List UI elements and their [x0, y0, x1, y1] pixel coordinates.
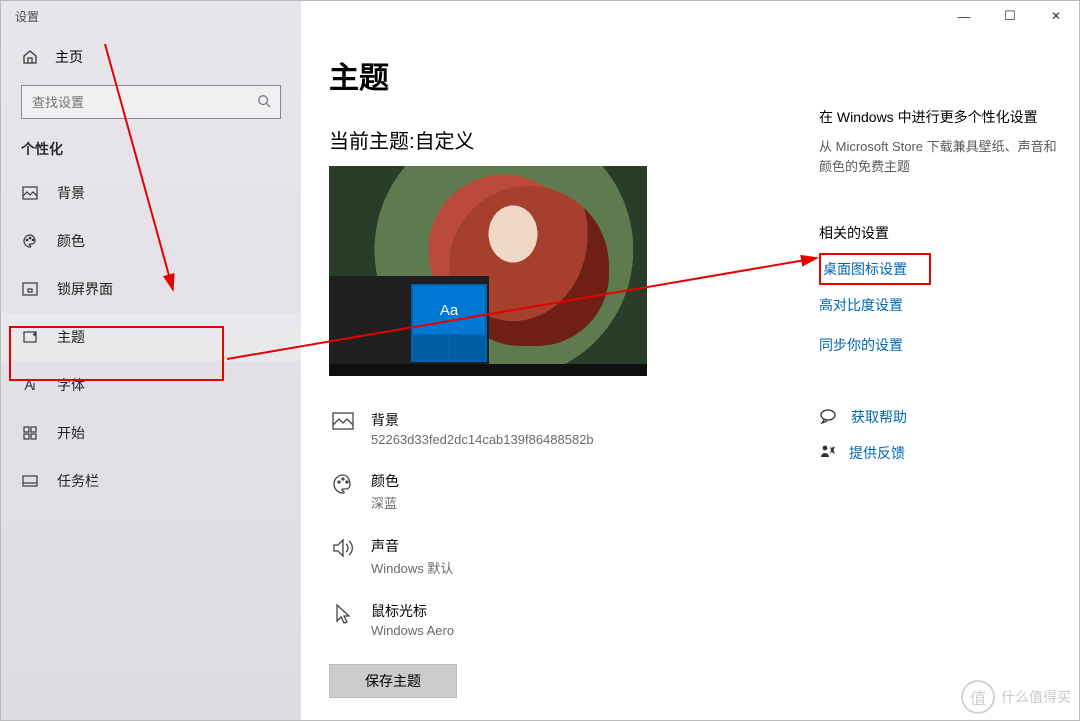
link-sync-settings[interactable]: 同步你的设置	[819, 325, 1069, 365]
palette-icon	[21, 232, 39, 250]
sidebar-item-start[interactable]: 开始	[1, 409, 301, 457]
save-theme-button[interactable]: 保存主题	[329, 664, 457, 698]
sidebar-item-label: 字体	[57, 375, 85, 395]
right-rail: 在 Windows 中进行更多个性化设置 从 Microsoft Store 下…	[819, 53, 1079, 720]
feedback-icon	[819, 444, 835, 463]
search-input[interactable]	[21, 85, 281, 119]
sidebar-item-colors[interactable]: 颜色	[1, 217, 301, 265]
maximize-button[interactable]: ☐	[987, 1, 1033, 31]
watermark-badge: 值	[961, 680, 995, 714]
sidebar-item-fonts[interactable]: 字体	[1, 361, 301, 409]
link-feedback[interactable]: 提供反馈	[819, 435, 1069, 471]
cursor-icon	[329, 601, 357, 625]
current-theme-heading: 当前主题:自定义	[329, 125, 819, 154]
home-icon	[21, 48, 39, 66]
sidebar-item-lockscreen[interactable]: 锁屏界面	[1, 265, 301, 313]
lockscreen-icon	[21, 280, 39, 298]
theme-icon	[21, 328, 39, 346]
theme-prop-color[interactable]: 颜色深蓝	[329, 465, 819, 530]
image-icon	[329, 410, 357, 430]
preview-accent-tile: Aa	[413, 286, 485, 334]
theme-prop-sound[interactable]: 声音Windows 默认	[329, 530, 819, 595]
palette-icon	[329, 471, 357, 495]
sidebar-item-background[interactable]: 背景	[1, 169, 301, 217]
theme-prop-cursor[interactable]: 鼠标光标Windows Aero	[329, 595, 819, 656]
taskbar-icon	[21, 472, 39, 490]
sidebar-item-label: 开始	[57, 423, 85, 443]
window-title: 设置	[1, 8, 39, 25]
rail-related-heading: 相关的设置	[819, 223, 1069, 243]
watermark-text: 什么值得买	[1001, 687, 1071, 707]
sidebar-section-heading: 个性化	[1, 133, 301, 169]
link-desktop-icon-settings[interactable]: 桌面图标设置	[819, 253, 931, 285]
image-icon	[21, 184, 39, 202]
sidebar-item-label: 主题	[57, 327, 85, 347]
link-high-contrast[interactable]: 高对比度设置	[819, 285, 1069, 325]
rail-more-text: 从 Microsoft Store 下载兼具壁纸、声音和颜色的免费主题	[819, 137, 1069, 177]
rail-more-heading: 在 Windows 中进行更多个性化设置	[819, 107, 1069, 127]
watermark: 值 什么值得买	[961, 680, 1071, 714]
sidebar-item-label: 锁屏界面	[57, 279, 113, 299]
sidebar-item-label: 任务栏	[57, 471, 99, 491]
sidebar-item-taskbar[interactable]: 任务栏	[1, 457, 301, 505]
page-title: 主题	[329, 53, 819, 97]
close-button[interactable]: ✕	[1033, 1, 1079, 31]
sidebar-home[interactable]: 主页	[1, 37, 301, 77]
help-icon	[819, 408, 837, 427]
settings-sidebar: 主页 个性化 背景 颜色 锁屏界面 主题 字体	[1, 1, 301, 720]
sidebar-item-label: 背景	[57, 183, 85, 203]
minimize-button[interactable]: —	[941, 1, 987, 31]
sidebar-item-label: 颜色	[57, 231, 85, 251]
speaker-icon	[329, 536, 357, 558]
theme-prop-background[interactable]: 背景52263d33fed2dc14cab139f86488582b	[329, 404, 819, 465]
link-get-help[interactable]: 获取帮助	[819, 399, 1069, 435]
main-content: 主题 当前主题:自定义 Aa 背景52263d33fed2dc14cab139f…	[301, 1, 1079, 720]
font-icon	[21, 376, 39, 394]
sidebar-item-themes[interactable]: 主题	[1, 313, 301, 361]
caption-buttons: — ☐ ✕	[941, 1, 1079, 31]
sidebar-home-label: 主页	[55, 47, 83, 67]
theme-preview[interactable]: Aa	[329, 166, 647, 376]
start-icon	[21, 424, 39, 442]
